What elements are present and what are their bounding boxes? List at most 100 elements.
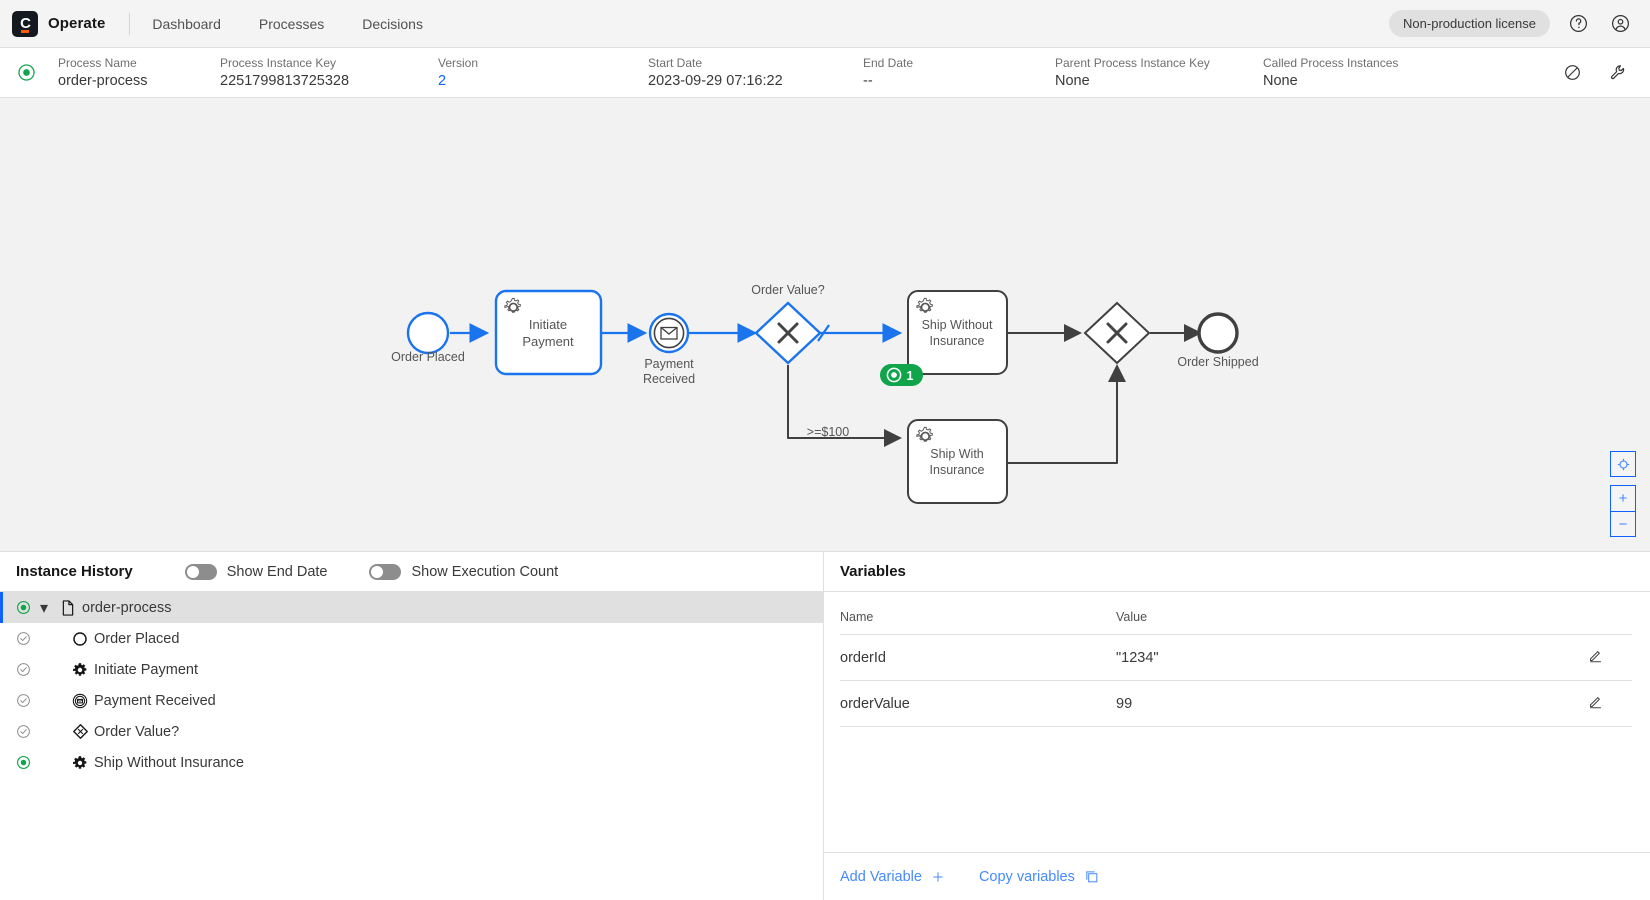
service-task-gear-icon — [66, 755, 94, 771]
tree-row-label: Initiate Payment — [94, 662, 198, 678]
tree-row-initiate-payment[interactable]: Initiate Payment — [0, 654, 823, 685]
operate-app: C Operate Dashboard Processes Decisions … — [0, 0, 1650, 900]
meta-label: Parent Process Instance Key — [1055, 57, 1263, 70]
variable-name: orderId — [840, 635, 1116, 681]
reset-zoom-button[interactable] — [1610, 451, 1636, 477]
message-event-icon — [66, 693, 94, 709]
bpmn-node-order-placed[interactable] — [408, 313, 448, 353]
cancel-circle-slash-icon[interactable] — [1558, 59, 1586, 87]
copy-icon — [1084, 869, 1099, 884]
meta-value: order-process — [58, 73, 220, 89]
instance-actions — [1558, 59, 1636, 87]
main-nav: Dashboard Processes Decisions — [152, 16, 423, 32]
instance-history-panel: Instance History Show End Date Show Exec… — [0, 552, 824, 900]
column-header-value: Value — [1116, 592, 1588, 635]
tree-row-label: Order Value? — [94, 724, 179, 740]
chevron-down-icon[interactable]: ▾ — [34, 598, 54, 618]
bpmn-node-order-shipped[interactable] — [1199, 314, 1237, 352]
meta-version: Version 2 — [438, 57, 648, 89]
table-row[interactable]: orderValue 99 — [840, 681, 1632, 727]
tree-row-order-process[interactable]: ▾ order-process — [0, 592, 823, 623]
nav-processes[interactable]: Processes — [259, 16, 324, 32]
toggle-show-execution-count-label: Show Execution Count — [411, 564, 558, 580]
meta-label: End Date — [863, 57, 1055, 70]
version-link[interactable]: 2 — [438, 73, 648, 89]
meta-process-name: Process Name order-process — [58, 57, 220, 89]
top-right-actions: Non-production license — [1389, 10, 1634, 38]
service-task-gear-icon — [66, 662, 94, 678]
app-title: Operate — [48, 15, 105, 32]
tree-row-label: order-process — [82, 600, 171, 616]
tree-row-payment-received[interactable]: Payment Received — [0, 685, 823, 716]
table-row[interactable]: orderId "1234" — [840, 635, 1632, 681]
copy-variables-label: Copy variables — [979, 869, 1075, 885]
toggle-show-end-date-wrap: Show End Date — [185, 564, 328, 580]
tree-row-label: Payment Received — [94, 693, 216, 709]
help-circle-icon[interactable] — [1564, 10, 1592, 38]
edit-pencil-icon[interactable] — [1588, 648, 1603, 663]
meta-value: 2251799813725328 — [220, 73, 438, 89]
app-brand[interactable]: C Operate — [12, 11, 123, 37]
user-avatar-icon[interactable] — [1606, 10, 1634, 38]
meta-start-date: Start Date 2023-09-29 07:16:22 — [648, 57, 863, 89]
completed-check-icon — [12, 693, 34, 708]
variables-header: Variables — [824, 552, 1650, 592]
bpmn-node-join-gateway[interactable] — [1085, 303, 1149, 363]
meta-label: Process Instance Key — [220, 57, 438, 70]
zoom-in-button[interactable]: + — [1610, 485, 1636, 511]
bpmn-node-order-value[interactable] — [756, 303, 820, 363]
meta-process-instance-key: Process Instance Key 2251799813725328 — [220, 57, 438, 89]
variables-panel: Variables Name Value orderId — [824, 552, 1650, 900]
instance-history-title: Instance History — [16, 563, 133, 580]
add-variable-label: Add Variable — [840, 869, 922, 885]
bpmn-label-ship-without-line1: Ship Without — [922, 318, 993, 332]
add-variable-button[interactable]: Add Variable — [840, 869, 945, 885]
bpmn-label-ship-with-line1: Ship With — [930, 447, 984, 461]
bpmn-label-ship-with-line2: Insurance — [930, 463, 985, 477]
nav-dashboard[interactable]: Dashboard — [152, 16, 221, 32]
edit-pencil-icon[interactable] — [1588, 694, 1603, 709]
process-file-icon — [54, 600, 82, 616]
column-header-actions — [1588, 592, 1632, 635]
variables-title: Variables — [840, 563, 906, 580]
instance-header: Process Name order-process Process Insta… — [0, 48, 1650, 98]
meta-value: None — [1055, 73, 1263, 89]
tree-row-order-value[interactable]: Order Value? — [0, 716, 823, 747]
toggle-show-end-date[interactable] — [185, 564, 217, 580]
bpmn-diagram-canvas[interactable]: Order Placed Initiate Payment Payment Re… — [0, 98, 1650, 551]
meta-value: None — [1263, 73, 1398, 89]
bpmn-label-payment-received-line1: Payment — [644, 357, 694, 371]
variable-actions — [1588, 681, 1632, 727]
variable-name: orderValue — [840, 681, 1116, 727]
column-header-name: Name — [840, 592, 1116, 635]
bpmn-label-initiate-payment-line1: Initiate — [529, 317, 567, 332]
zoom-out-button[interactable]: − — [1610, 511, 1636, 537]
completed-check-icon — [12, 724, 34, 739]
diagram-zoom-controls: + − — [1610, 451, 1636, 537]
meta-label: Called Process Instances — [1263, 57, 1398, 70]
instance-count-badge[interactable]: 1 — [880, 364, 923, 386]
instance-history-header: Instance History Show End Date Show Exec… — [0, 552, 823, 592]
completed-check-icon — [12, 662, 34, 677]
toggle-show-execution-count[interactable] — [369, 564, 401, 580]
tree-row-label: Order Placed — [94, 631, 179, 647]
active-instance-icon — [12, 755, 34, 770]
tree-row-ship-without-insurance[interactable]: Ship Without Insurance — [0, 747, 823, 778]
bpmn-node-payment-received[interactable] — [650, 314, 688, 352]
flow-ship-with-to-join — [1007, 366, 1117, 463]
meta-value: 2023-09-29 07:16:22 — [648, 73, 863, 89]
variable-value: "1234" — [1116, 635, 1588, 681]
nav-decisions[interactable]: Decisions — [362, 16, 423, 32]
variables-footer: Add Variable Copy variables — [824, 852, 1650, 900]
meta-label: Version — [438, 57, 648, 70]
variable-value: 99 — [1116, 681, 1588, 727]
copy-variables-button[interactable]: Copy variables — [979, 869, 1099, 885]
meta-label: Process Name — [58, 57, 220, 70]
bpmn-label-order-shipped: Order Shipped — [1177, 355, 1258, 369]
meta-end-date: End Date -- — [863, 57, 1055, 89]
meta-parent-process-instance-key: Parent Process Instance Key None — [1055, 57, 1263, 89]
tree-row-order-placed[interactable]: Order Placed — [0, 623, 823, 654]
nav-divider — [129, 13, 130, 35]
wrench-icon[interactable] — [1604, 59, 1632, 87]
variables-table-header-row: Name Value — [840, 592, 1632, 635]
